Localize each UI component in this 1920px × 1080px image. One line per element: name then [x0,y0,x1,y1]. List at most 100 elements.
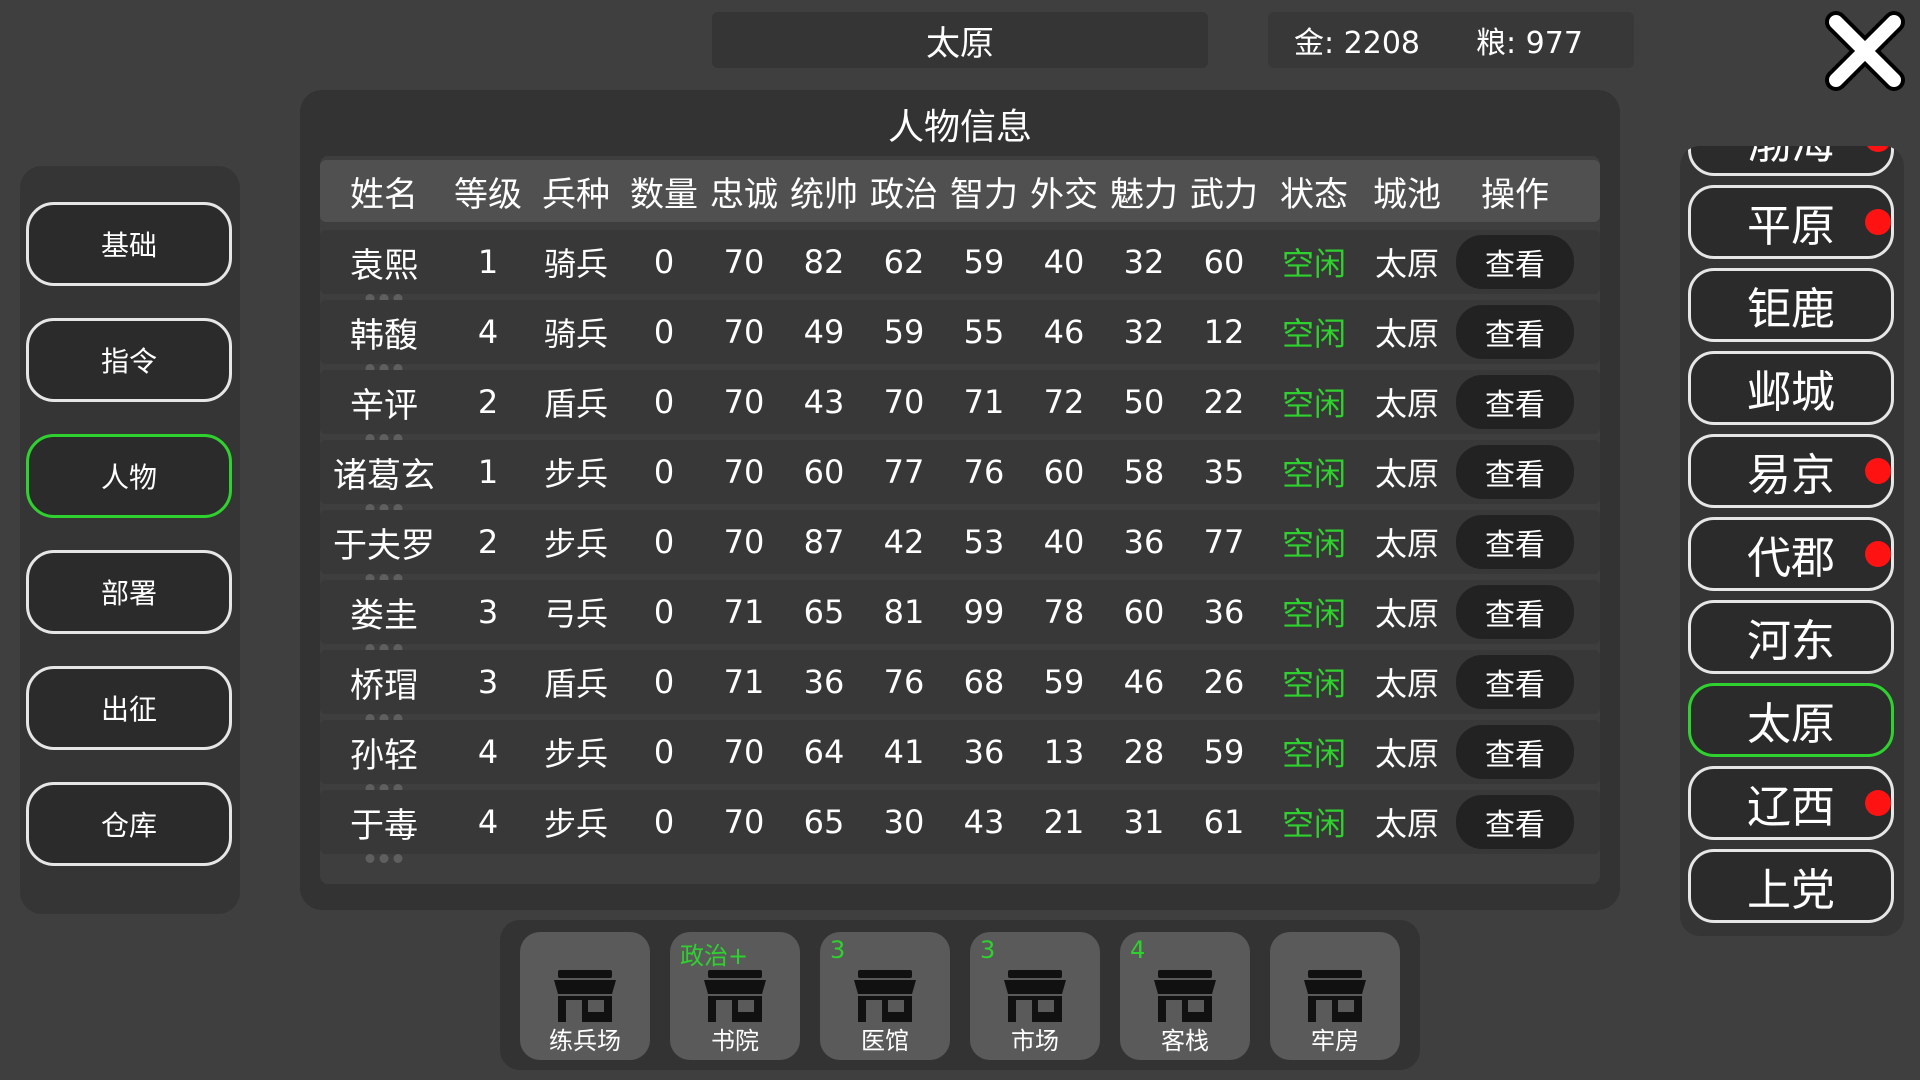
troop-count-cell: 0 [624,453,704,491]
city-label: 易京 [1747,450,1835,501]
building-button[interactable]: 练兵场 [520,932,650,1060]
action-cell: 查看 [1450,585,1580,639]
character-table[interactable]: 姓名 等级 兵种 数量 忠诚 统帅 政治 智力 外交 魅力 武力 状态 城池 操作 袁熙 1 骑兵 0 70 82 6… [320,156,1600,884]
status-cell: 空闲 [1264,589,1364,635]
diplomacy-cell: 13 [1024,733,1104,771]
city-button[interactable]: 渤海 [1688,146,1894,176]
city-button[interactable]: 上党 [1688,849,1894,923]
building-label: 医馆 [861,1027,909,1055]
city-button[interactable]: 钜鹿 [1688,268,1894,342]
city-label: 上党 [1747,865,1835,916]
column-header: 状态 [1280,174,1348,215]
view-button[interactable]: 查看 [1456,445,1574,499]
charm-cell-text: 50 [1123,383,1165,421]
troop-type-cell-text: 弓兵 [543,595,608,633]
shop-icon [1302,968,1368,1024]
loyalty-cell-text: 70 [723,313,765,351]
troop-count-cell: 0 [624,593,704,631]
command-cell-text: 49 [803,313,845,351]
intellect-cell-text: 53 [963,523,1005,561]
charm-cell: 36 [1104,523,1184,561]
action-cell: 查看 [1450,655,1580,709]
close-button[interactable] [1820,8,1910,98]
loyalty-cell-text: 70 [723,803,765,841]
charm-cell-text: 36 [1123,523,1165,561]
city-label: 钜鹿 [1747,284,1835,335]
name-cell: 韩馥 [320,308,448,373]
city-title: 太原 [712,12,1208,68]
view-button[interactable]: 查看 [1456,655,1574,709]
intellect-cell: 68 [944,663,1024,701]
diplomacy-cell-text: 21 [1043,803,1085,841]
city-button[interactable]: 邺城 [1688,351,1894,425]
charm-cell: 58 [1104,453,1184,491]
level-cell-text: 1 [477,243,499,281]
status-cell: 空闲 [1264,379,1364,425]
menu-label: 人物 [100,461,157,494]
shop-icon [1152,968,1218,1024]
menu-deploy-button[interactable]: 部署 [26,550,232,634]
diplomacy-cell-text: 59 [1043,663,1085,701]
menu-basic-button[interactable]: 基础 [26,202,232,286]
command-cell-text: 65 [803,803,845,841]
action-cell: 查看 [1450,305,1580,359]
level-cell-text: 2 [477,383,499,421]
city-button[interactable]: 平原 [1688,185,1894,259]
charm-cell-text: 28 [1123,733,1165,771]
column-header: 武力 [1190,174,1258,215]
building-button[interactable]: 政治+ 书院 [670,932,800,1060]
city-list[interactable]: 渤海平原钜鹿邺城易京代郡河东太原辽西上党 [1680,146,1904,936]
politics-cell: 41 [864,733,944,771]
city-button[interactable]: 代郡 [1688,517,1894,591]
troop-type-cell: 步兵 [528,519,624,565]
diplomacy-cell: 40 [1024,523,1104,561]
city-cell: 太原 [1364,799,1450,845]
politics-cell-text: 41 [883,733,925,771]
command-cell: 43 [784,383,864,421]
view-button[interactable]: 查看 [1456,305,1574,359]
alert-dot-icon [1865,209,1891,235]
troop-type-cell: 骑兵 [528,309,624,355]
intellect-cell-text: 99 [963,593,1005,631]
alert-dot-icon [1865,541,1891,567]
charm-cell-text: 60 [1123,593,1165,631]
menu-expedition-button[interactable]: 出征 [26,666,232,750]
menu-orders-button[interactable]: 指令 [26,318,232,402]
city-label: 太原 [1747,699,1835,750]
status-cell-text: 空闲 [1281,455,1346,493]
building-button[interactable]: 4 客栈 [1120,932,1250,1060]
charm-cell: 32 [1104,313,1184,351]
politics-cell: 30 [864,803,944,841]
building-button[interactable]: 3 市场 [970,932,1100,1060]
view-button[interactable]: 查看 [1456,725,1574,779]
city-cell-text: 太原 [1374,805,1439,843]
politics-cell: 70 [864,383,944,421]
city-button[interactable]: 易京 [1688,434,1894,508]
status-cell: 空闲 [1264,729,1364,775]
city-button[interactable]: 辽西 [1688,766,1894,840]
building-button[interactable]: 3 医馆 [820,932,950,1060]
city-button[interactable]: 河东 [1688,600,1894,674]
status-cell-text: 空闲 [1281,665,1346,703]
building-bar: 练兵场 政治+ 书院 3 医馆 3 市场 4 客栈 牢房 [500,920,1420,1070]
view-button[interactable]: 查看 [1456,585,1574,639]
menu-warehouse-button[interactable]: 仓库 [26,782,232,866]
status-cell: 空闲 [1264,659,1364,705]
view-button[interactable]: 查看 [1456,375,1574,429]
city-button[interactable]: 太原 [1688,683,1894,757]
troop-count-cell: 0 [624,523,704,561]
view-button[interactable]: 查看 [1456,235,1574,289]
diplomacy-cell: 78 [1024,593,1104,631]
building-button[interactable]: 牢房 [1270,932,1400,1060]
level-cell-text: 4 [477,803,499,841]
troop-type-cell-text: 盾兵 [543,665,608,703]
building-badge: 3 [980,936,996,964]
menu-characters-button[interactable]: 人物 [26,434,232,518]
view-button[interactable]: 查看 [1456,515,1574,569]
close-icon [1825,11,1905,91]
view-button[interactable]: 查看 [1456,795,1574,849]
intellect-cell-text: 76 [963,453,1005,491]
status-cell-text: 空闲 [1281,595,1346,633]
troop-type-cell-text: 盾兵 [543,385,608,423]
city-label: 邺城 [1747,367,1835,418]
